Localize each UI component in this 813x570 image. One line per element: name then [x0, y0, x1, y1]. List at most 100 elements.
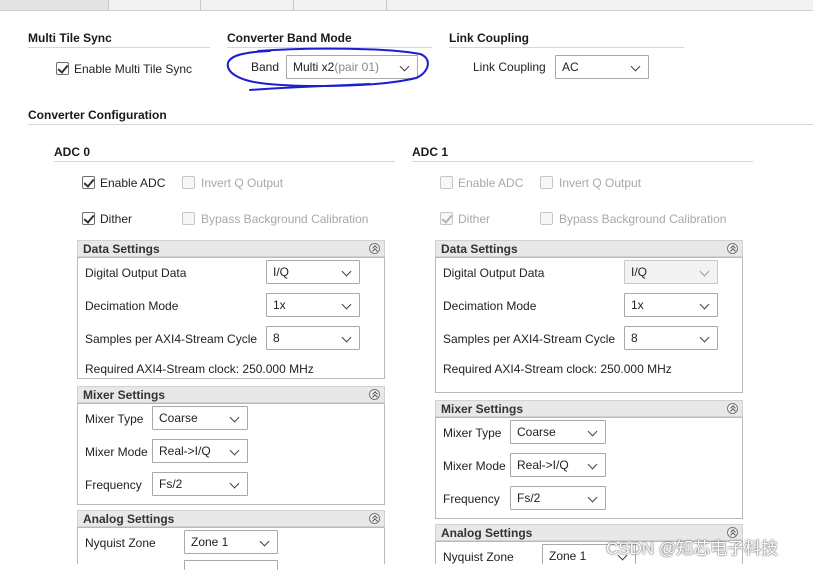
adc1-mixer-mode-value: Real->I/Q: [517, 458, 569, 472]
tab[interactable]: [108, 0, 201, 10]
chevron-down-icon: [587, 492, 598, 503]
adc0-digital-output-dropdown[interactable]: I/Q: [266, 260, 360, 284]
adc1-enable-adc-checkbox[interactable]: [440, 176, 453, 189]
chevron-down-icon: [699, 332, 710, 343]
adc1-decimation-value: 1x: [631, 298, 644, 312]
adc1-invert-q-label: Invert Q Output: [559, 176, 642, 190]
divider: [28, 124, 813, 125]
converter-band-mode-title: Converter Band Mode: [227, 31, 352, 45]
adc0-bypass-calibration-label: Bypass Background Calibration: [201, 212, 369, 226]
link-coupling-value: AC: [562, 60, 579, 74]
adc0-samples-dropdown[interactable]: 8: [266, 326, 360, 350]
adc1-frequency-value: Fs/2: [517, 491, 541, 505]
tab[interactable]: [200, 0, 294, 10]
adc1-digital-output-dropdown[interactable]: I/Q: [624, 260, 718, 284]
enable-multi-tile-sync-label: Enable Multi Tile Sync: [74, 62, 193, 76]
chevron-down-icon: [229, 412, 240, 423]
adc0-nyquist-dropdown[interactable]: Zone 1: [184, 530, 278, 554]
collapse-icon[interactable]: [369, 389, 380, 400]
adc0-samples-label: Samples per AXI4-Stream Cycle: [85, 332, 258, 346]
adc1-clock-text: Required AXI4-Stream clock: 250.000 MHz: [443, 362, 672, 376]
adc1-mixer-type-value: Coarse: [517, 425, 556, 439]
adc0-mixer-settings-header[interactable]: Mixer Settings: [77, 386, 385, 403]
watermark: CSDN @知芯电子科技: [606, 539, 779, 558]
adc1-digital-output-label: Digital Output Data: [443, 266, 545, 280]
adc0-frequency-dropdown[interactable]: Fs/2: [152, 472, 248, 496]
collapse-icon[interactable]: [369, 513, 380, 524]
adc0-samples-value: 8: [273, 331, 280, 345]
chevron-down-icon: [229, 445, 240, 456]
adc1-bypass-calibration-checkbox[interactable]: [540, 212, 553, 225]
adc0-data-settings-title: Data Settings: [83, 242, 160, 256]
link-coupling-label: Link Coupling: [473, 60, 546, 74]
adc1-mixer-mode-dropdown[interactable]: Real->I/Q: [510, 453, 606, 477]
annotation-circle: [226, 47, 429, 91]
chevron-down-icon: [699, 266, 710, 277]
enable-multi-tile-sync-checkbox[interactable]: [56, 62, 69, 75]
adc0-dither-checkbox[interactable]: [82, 212, 95, 225]
chevron-down-icon: [341, 332, 352, 343]
adc1-analog-settings-title: Analog Settings: [441, 526, 533, 540]
adc1-mixer-type-dropdown[interactable]: Coarse: [510, 420, 606, 444]
adc0-mixer-type-value: Coarse: [159, 411, 198, 425]
adc0-mixer-mode-dropdown[interactable]: Real->I/Q: [152, 439, 248, 463]
adc0-frequency-value: Fs/2: [159, 477, 183, 491]
tab[interactable]: [293, 0, 387, 10]
chevron-down-icon: [630, 61, 641, 72]
adc0-mixer-mode-label: Mixer Mode: [85, 445, 148, 459]
chevron-down-icon: [699, 299, 710, 310]
adc0-bypass-calibration-checkbox[interactable]: [182, 212, 195, 225]
divider: [54, 161, 395, 162]
adc1-nyquist-value: Zone 1: [549, 549, 587, 563]
adc0-decimation-dropdown[interactable]: 1x: [266, 293, 360, 317]
adc0-data-settings-header[interactable]: Data Settings: [77, 240, 385, 257]
adc1-invert-q-checkbox[interactable]: [540, 176, 553, 189]
collapse-icon[interactable]: [727, 403, 738, 414]
adc1-dither-label: Dither: [458, 212, 491, 226]
adc0-decimation-value: 1x: [273, 298, 286, 312]
adc1-decimation-label: Decimation Mode: [443, 299, 537, 313]
adc1-title: ADC 1: [412, 145, 449, 159]
adc0-digital-output-value: I/Q: [273, 265, 290, 279]
adc1-digital-output-value: I/Q: [631, 265, 648, 279]
divider: [412, 161, 753, 162]
link-coupling-dropdown[interactable]: AC: [555, 55, 649, 79]
adc1-samples-dropdown[interactable]: 8: [624, 326, 718, 350]
link-coupling-title: Link Coupling: [449, 31, 529, 45]
adc1-frequency-dropdown[interactable]: Fs/2: [510, 486, 606, 510]
adc0-mixer-settings-title: Mixer Settings: [83, 388, 166, 402]
divider: [28, 47, 210, 48]
chevron-down-icon: [587, 426, 598, 437]
adc0-frequency-label: Frequency: [85, 478, 142, 492]
adc0-title: ADC 0: [54, 145, 91, 159]
adc1-mixer-settings-header[interactable]: Mixer Settings: [435, 400, 743, 417]
tab-strip: [0, 0, 813, 11]
chevron-down-icon: [229, 478, 240, 489]
collapse-icon[interactable]: [369, 243, 380, 254]
adc1-bypass-calibration-label: Bypass Background Calibration: [559, 212, 727, 226]
chevron-down-icon: [259, 536, 270, 547]
adc0-analog-settings-header[interactable]: Analog Settings: [77, 510, 385, 527]
adc0-invert-q-checkbox[interactable]: [182, 176, 195, 189]
adc1-enable-adc-label: Enable ADC: [458, 176, 524, 190]
adc0-nyquist-value: Zone 1: [191, 535, 229, 549]
tab[interactable]: [0, 0, 109, 10]
divider: [449, 47, 684, 48]
adc0-next-dropdown[interactable]: [184, 560, 278, 570]
adc1-frequency-label: Frequency: [443, 492, 500, 506]
adc1-data-settings-title: Data Settings: [441, 242, 518, 256]
adc0-dither-label: Dither: [100, 212, 133, 226]
adc0-mixer-mode-value: Real->I/Q: [159, 444, 211, 458]
adc0-mixer-type-dropdown[interactable]: Coarse: [152, 406, 248, 430]
adc0-analog-settings-title: Analog Settings: [83, 512, 175, 526]
adc0-decimation-label: Decimation Mode: [85, 299, 179, 313]
adc1-mixer-type-label: Mixer Type: [443, 426, 502, 440]
adc1-samples-value: 8: [631, 331, 638, 345]
adc1-decimation-dropdown[interactable]: 1x: [624, 293, 718, 317]
adc0-mixer-type-label: Mixer Type: [85, 412, 144, 426]
adc1-data-settings-header[interactable]: Data Settings: [435, 240, 743, 257]
adc0-clock-text: Required AXI4-Stream clock: 250.000 MHz: [85, 362, 314, 376]
adc1-dither-checkbox[interactable]: [440, 212, 453, 225]
collapse-icon[interactable]: [727, 243, 738, 254]
adc0-enable-adc-checkbox[interactable]: [82, 176, 95, 189]
